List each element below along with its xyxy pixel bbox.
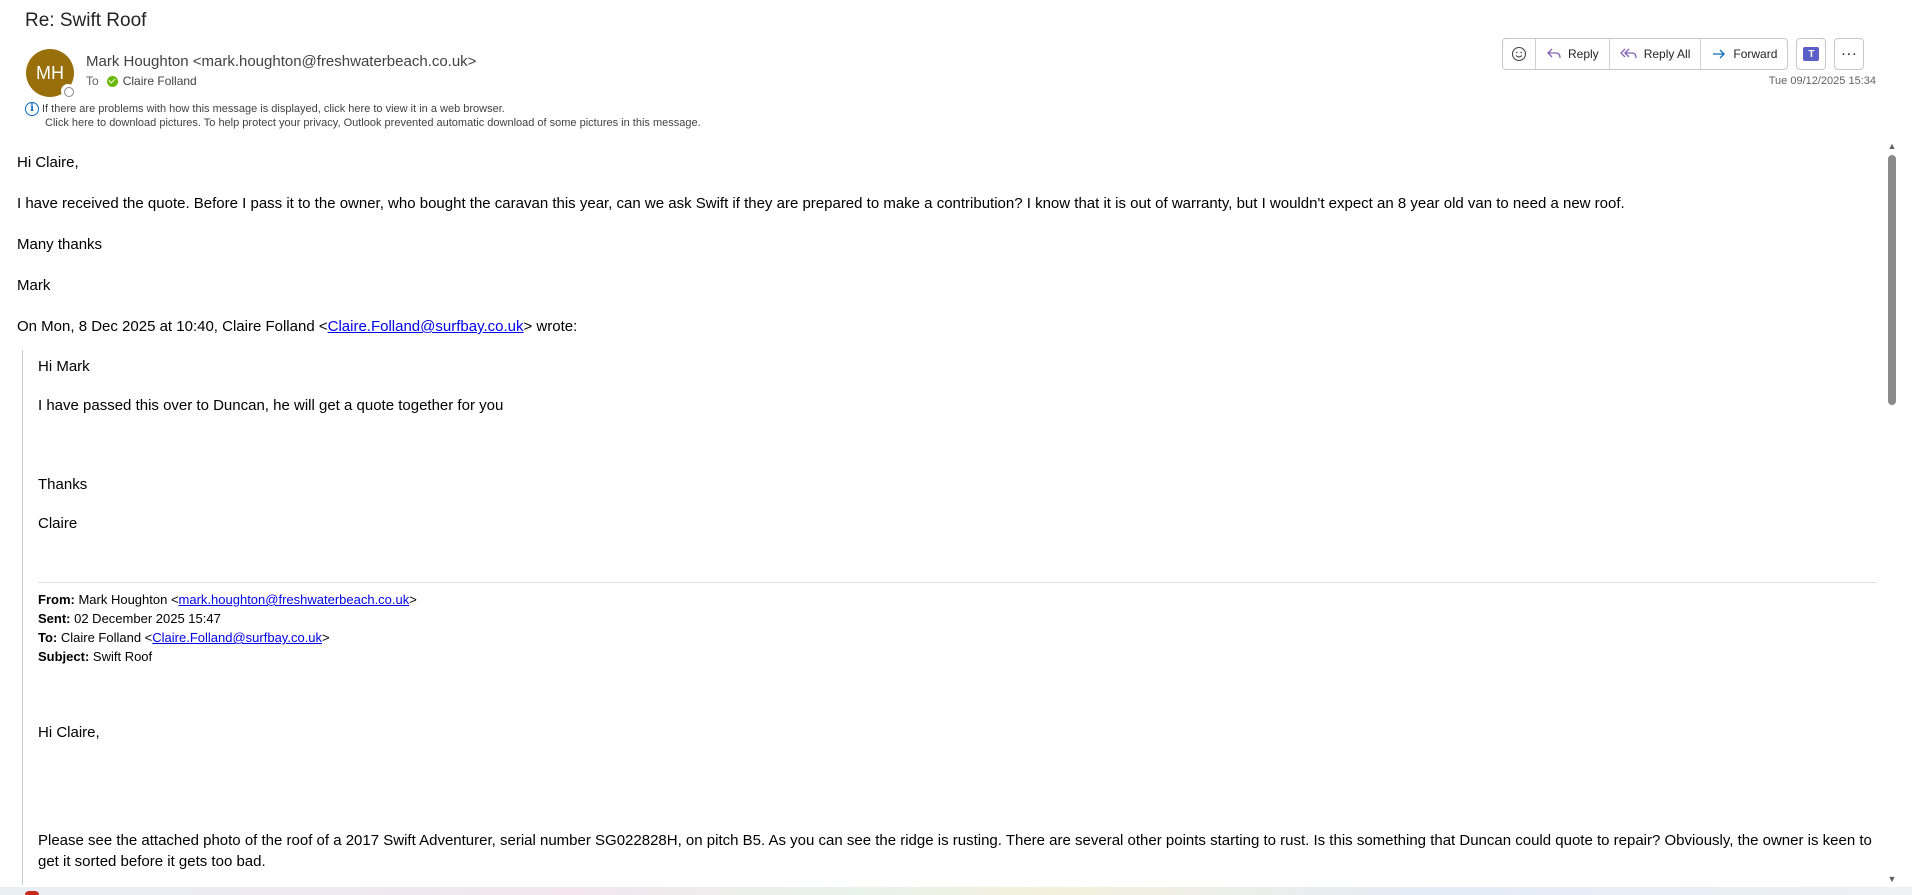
info-bar: i If there are problems with how this me… bbox=[25, 102, 701, 130]
to-name: Claire Folland < bbox=[57, 630, 153, 645]
sent-row: Sent: 02 December 2025 15:47 bbox=[38, 609, 417, 628]
scroll-up-icon[interactable]: ▲ bbox=[1886, 140, 1898, 152]
to-line: To Claire Folland bbox=[86, 74, 197, 88]
teams-icon: T bbox=[1803, 47, 1820, 61]
message-date: Tue 09/12/2025 15:34 bbox=[1768, 75, 1876, 87]
react-button[interactable] bbox=[1503, 39, 1536, 69]
vertical-scrollbar[interactable]: ▲ ▼ bbox=[1886, 140, 1898, 885]
from-email-link[interactable]: mark.houghton@freshwaterbeach.co.uk bbox=[179, 592, 410, 607]
more-actions-button[interactable]: ... bbox=[1834, 38, 1865, 70]
reply-icon bbox=[1547, 48, 1561, 59]
subject-row: Subject: Swift Roof bbox=[38, 647, 417, 666]
emoji-icon bbox=[1511, 46, 1527, 62]
to-row: To: Claire Folland <Claire.Folland@surfb… bbox=[38, 630, 330, 645]
available-presence-icon bbox=[106, 75, 118, 87]
subject-value: Swift Roof bbox=[89, 649, 153, 664]
quote-divider bbox=[38, 582, 1877, 583]
from-name: Mark Houghton < bbox=[74, 592, 179, 607]
quote-line: I have passed this over to Duncan, he wi… bbox=[38, 397, 504, 414]
forward-button[interactable]: Forward bbox=[1701, 39, 1787, 69]
body-name: Mark bbox=[17, 277, 51, 294]
reply-all-icon bbox=[1619, 48, 1637, 59]
to-label: To bbox=[86, 74, 99, 88]
wrote-email-link[interactable]: Claire.Folland@surfbay.co.uk bbox=[328, 318, 524, 335]
more-options-icon: ... bbox=[1841, 42, 1858, 59]
message-body: Hi Claire, I have received the quote. Be… bbox=[17, 140, 1877, 885]
view-in-browser-link[interactable]: If there are problems with how this mess… bbox=[42, 102, 505, 116]
teams-chat-button[interactable]: T bbox=[1796, 38, 1827, 70]
avatar-initials: MH bbox=[36, 62, 64, 83]
sent-value: 02 December 2025 15:47 bbox=[70, 611, 221, 626]
wrote-suffix: > wrote: bbox=[523, 318, 578, 335]
subject-label: Subject: bbox=[38, 649, 90, 664]
to-header-label: To: bbox=[38, 630, 58, 645]
email-subject: Re: Swift Roof bbox=[25, 10, 147, 31]
presence-status-icon bbox=[61, 84, 75, 98]
reply-all-label: Reply All bbox=[1643, 47, 1691, 61]
taskbar-edge bbox=[0, 887, 1912, 895]
message-toolbar: Reply Reply All Forward T ... bbox=[1502, 38, 1865, 70]
body-paragraph: I have received the quote. Before I pass… bbox=[17, 195, 1625, 212]
recipient-name[interactable]: Claire Folland bbox=[123, 74, 197, 88]
to-email-link[interactable]: Claire.Folland@surfbay.co.uk bbox=[152, 630, 322, 645]
wrote-line: On Mon, 8 Dec 2025 at 10:40, Claire Foll… bbox=[17, 316, 577, 337]
quote-name: Claire bbox=[38, 515, 78, 532]
quoted-message: Hi Mark I have passed this over to Dunca… bbox=[22, 350, 1877, 885]
body-signoff: Many thanks bbox=[17, 236, 103, 253]
sent-label: Sent: bbox=[38, 611, 71, 626]
scroll-thumb[interactable] bbox=[1888, 155, 1896, 405]
forward-label: Forward bbox=[1733, 47, 1778, 61]
from-label: From: bbox=[38, 592, 75, 607]
reply-all-button[interactable]: Reply All bbox=[1610, 39, 1702, 69]
from-row: From: Mark Houghton <mark.houghton@fresh… bbox=[38, 592, 417, 607]
download-pictures-link[interactable]: Click here to download pictures. To help… bbox=[25, 116, 701, 130]
quote-greeting: Hi Mark bbox=[38, 358, 90, 375]
forward-icon bbox=[1713, 49, 1726, 59]
info-icon: i bbox=[25, 102, 39, 116]
quote-thanks: Thanks bbox=[38, 476, 88, 493]
forwarded-header: From: Mark Houghton <mark.houghton@fresh… bbox=[38, 590, 417, 666]
action-button-group: Reply Reply All Forward bbox=[1502, 38, 1789, 70]
scroll-down-icon[interactable]: ▼ bbox=[1886, 873, 1898, 885]
reply-button[interactable]: Reply bbox=[1536, 39, 1610, 69]
wrote-prefix: On Mon, 8 Dec 2025 at 10:40, Claire Foll… bbox=[17, 318, 328, 335]
taskbar-indicator-icon bbox=[25, 891, 39, 895]
inner-greeting: Hi Claire, bbox=[38, 724, 100, 741]
reply-label: Reply bbox=[1568, 47, 1599, 61]
sender-name[interactable]: Mark Houghton <mark.houghton@freshwaterb… bbox=[86, 53, 476, 70]
inner-paragraph: Please see the attached photo of the roo… bbox=[38, 832, 1872, 870]
body-greeting: Hi Claire, bbox=[17, 154, 79, 171]
